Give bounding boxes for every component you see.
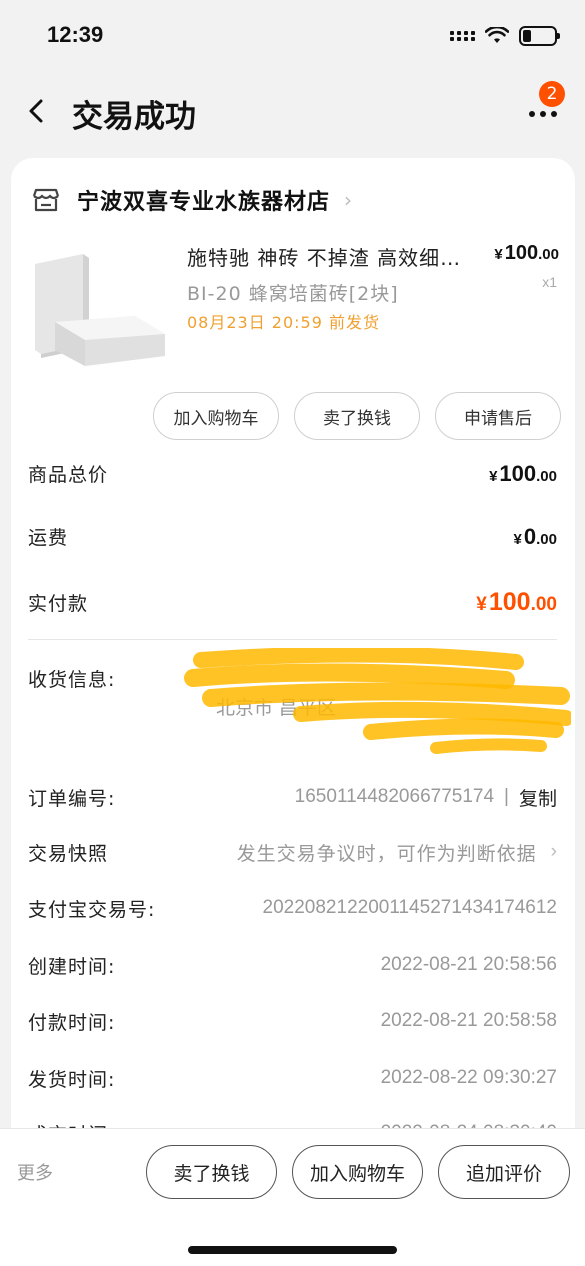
copy-button[interactable]: 复制 (519, 784, 557, 811)
status-bar: 12:39 (0, 0, 585, 72)
shipped-row: 发货时间: 2022-08-22 09:30:27 (28, 1063, 557, 1093)
product-quantity: x1 (542, 274, 557, 290)
product-image[interactable] (25, 244, 175, 384)
after-sales-button[interactable]: 申请售后 (435, 392, 561, 440)
order-number-label: 订单编号: (28, 787, 116, 810)
home-indicator[interactable] (188, 1246, 397, 1254)
battery-icon (519, 26, 560, 46)
product-sku: BI-20 蜂窝培菌砖[2块] (187, 283, 399, 305)
paid-amount-label: 实付款 (28, 593, 89, 615)
product-title[interactable]: 施特驰 神砖 不掉渣 高效细菌屋过滤 (187, 242, 462, 271)
order-card: 宁波双喜专业水族器材店 › 施特驰 神砖 不掉渣 高效细菌屋过滤 BI-20 蜂… (11, 158, 575, 1158)
add-to-cart-bottom-button[interactable]: 加入购物车 (292, 1145, 423, 1199)
shipped-label: 发货时间: (28, 1068, 116, 1091)
resell-button[interactable]: 卖了换钱 (294, 392, 420, 440)
nav-bar: 交易成功 2 (0, 72, 585, 152)
shipped-time: 2022-08-22 09:30:27 (380, 1067, 557, 1088)
created-row: 创建时间: 2022-08-21 20:58:56 (28, 950, 557, 980)
alipay-row: 支付宝交易号: 2022082122001145271434174612 (28, 893, 557, 923)
divider (28, 639, 557, 640)
shop-name: 宁波双喜专业水族器材店 (77, 190, 331, 215)
bottom-action-bar: 更多 卖了换钱 加入购物车 追加评价 (0, 1128, 585, 1266)
add-to-cart-button[interactable]: 加入购物车 (153, 392, 279, 440)
chevron-right-icon: › (344, 188, 353, 212)
alipay-label: 支付宝交易号: (28, 898, 156, 921)
address-redaction (184, 648, 571, 754)
order-number-row: 订单编号: 1650114482066775174 | 复制 (28, 782, 557, 812)
snapshot-row[interactable]: 交易快照 发生交易争议时，可作为判断依据 › (28, 837, 557, 867)
shop-header[interactable]: 宁波双喜专业水族器材店 › (31, 180, 352, 220)
alipay-number: 2022082122001145271434174612 (262, 897, 557, 918)
shipping-fee-value: ¥0.00 (513, 523, 557, 549)
more-link[interactable]: 更多 (17, 1159, 53, 1185)
shipping-fee-row: 运费 ¥0.00 (28, 523, 557, 550)
goods-total-row: 商品总价 ¥100.00 (28, 460, 557, 487)
paid-label: 付款时间: (28, 1011, 116, 1034)
item-actions: 加入购物车 卖了换钱 申请售后 (153, 392, 561, 440)
goods-total-value: ¥100.00 (489, 460, 557, 486)
status-icons (450, 26, 560, 46)
product-price: ¥100.00 (494, 242, 559, 264)
wifi-icon (485, 27, 509, 43)
paid-time: 2022-08-21 20:58:58 (380, 1010, 557, 1031)
resell-bottom-button[interactable]: 卖了换钱 (146, 1145, 277, 1199)
paid-amount-row: 实付款 ¥100.00 (28, 588, 557, 617)
created-label: 创建时间: (28, 955, 116, 978)
address-label: 收货信息: (28, 669, 116, 691)
shipping-fee-label: 运费 (28, 527, 69, 549)
message-badge: 2 (539, 81, 565, 107)
page-title: 交易成功 (72, 99, 196, 135)
battery-level (523, 30, 531, 42)
paid-row: 付款时间: 2022-08-21 20:58:58 (28, 1006, 557, 1036)
status-time: 12:39 (47, 22, 104, 47)
shop-icon (32, 188, 60, 212)
paid-amount-value: ¥100.00 (476, 588, 557, 616)
snapshot-hint: 发生交易争议时，可作为判断依据 (236, 842, 537, 865)
chevron-right-icon: › (550, 841, 557, 862)
cellular-signal-icon (450, 31, 475, 41)
back-icon[interactable] (24, 96, 48, 126)
snapshot-label: 交易快照 (28, 842, 109, 865)
add-review-button[interactable]: 追加评价 (438, 1145, 570, 1199)
goods-total-label: 商品总价 (28, 464, 109, 486)
created-time: 2022-08-21 20:58:56 (380, 954, 557, 975)
ship-deadline: 08月23日 20:59 前发货 (187, 313, 381, 332)
order-number: 1650114482066775174 (294, 786, 495, 807)
